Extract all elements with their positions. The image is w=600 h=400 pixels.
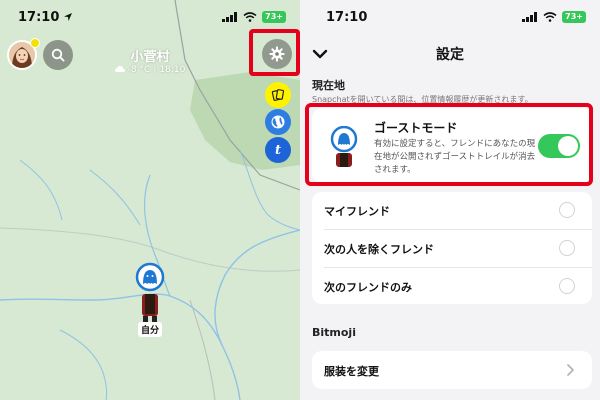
- status-time-group: 17:10: [18, 10, 73, 25]
- radio-button[interactable]: [559, 202, 575, 218]
- chevron-right-icon: [567, 364, 574, 376]
- cards-button[interactable]: [265, 82, 291, 108]
- radio-button[interactable]: [559, 240, 575, 256]
- status-time: 17:10: [18, 9, 60, 25]
- nav-header: 設定: [300, 38, 600, 68]
- cards-icon: [271, 89, 285, 101]
- status-bar-right: 17:10 73+: [300, 0, 600, 34]
- t-button[interactable]: t: [265, 137, 291, 163]
- globe-icon: [271, 115, 285, 129]
- search-button[interactable]: [43, 40, 73, 70]
- change-clothes-row[interactable]: 服装を変更: [312, 351, 592, 389]
- settings-highlight-box: [249, 29, 300, 76]
- option-label: マイフレンド: [324, 205, 390, 218]
- globe-button[interactable]: [265, 109, 291, 135]
- battery-indicator-right: 73+: [562, 11, 586, 23]
- place-name: 小菅村: [130, 50, 170, 65]
- weather-time: 18:10: [159, 65, 186, 75]
- option-only-friends[interactable]: 次のフレンドのみ: [312, 268, 592, 305]
- weather-separator: |: [153, 65, 157, 75]
- location-arrow-icon: [64, 13, 73, 21]
- battery-indicator: 73+: [262, 11, 286, 23]
- status-indicators-right: 73+: [522, 11, 586, 23]
- settings-screen: 17:10 73+ 設定 現在地 Snapchatを開いている間は、位置情報履歴…: [300, 0, 600, 400]
- ghost-mode-highlight-box: [305, 103, 593, 186]
- weather-temp: -8 °C: [127, 65, 151, 75]
- option-friends-except[interactable]: 次の人を除くフレンド: [312, 230, 592, 267]
- map-view[interactable]: 17:10 73+ 小菅村 -8 °C | 18:10 t 自分: [0, 0, 300, 400]
- wifi-icon: [243, 12, 257, 22]
- t-icon: t: [274, 142, 281, 158]
- section-current-location: 現在地: [312, 79, 345, 92]
- me-label: 自分: [138, 322, 163, 337]
- wifi-icon: [543, 12, 557, 22]
- option-label: 次のフレンドのみ: [324, 281, 412, 294]
- option-label: 次の人を除くフレンド: [324, 243, 434, 256]
- page-title: 設定: [436, 47, 464, 63]
- radio-button[interactable]: [559, 278, 575, 294]
- weather-info: -8 °C | 18:10: [100, 65, 200, 75]
- visibility-options: マイフレンド 次の人を除くフレンド 次のフレンドのみ: [312, 192, 592, 304]
- status-indicators: 73+: [222, 11, 286, 23]
- signal-icon: [522, 12, 538, 22]
- status-time-right: 17:10: [326, 9, 368, 25]
- section-bitmoji: Bitmoji: [312, 326, 356, 339]
- option-my-friends[interactable]: マイフレンド: [312, 192, 592, 229]
- search-icon: [51, 48, 65, 62]
- notification-dot: [30, 38, 40, 48]
- change-clothes-label: 服装を変更: [324, 365, 379, 378]
- signal-icon: [222, 12, 238, 22]
- weather-cloud-icon: [114, 66, 125, 72]
